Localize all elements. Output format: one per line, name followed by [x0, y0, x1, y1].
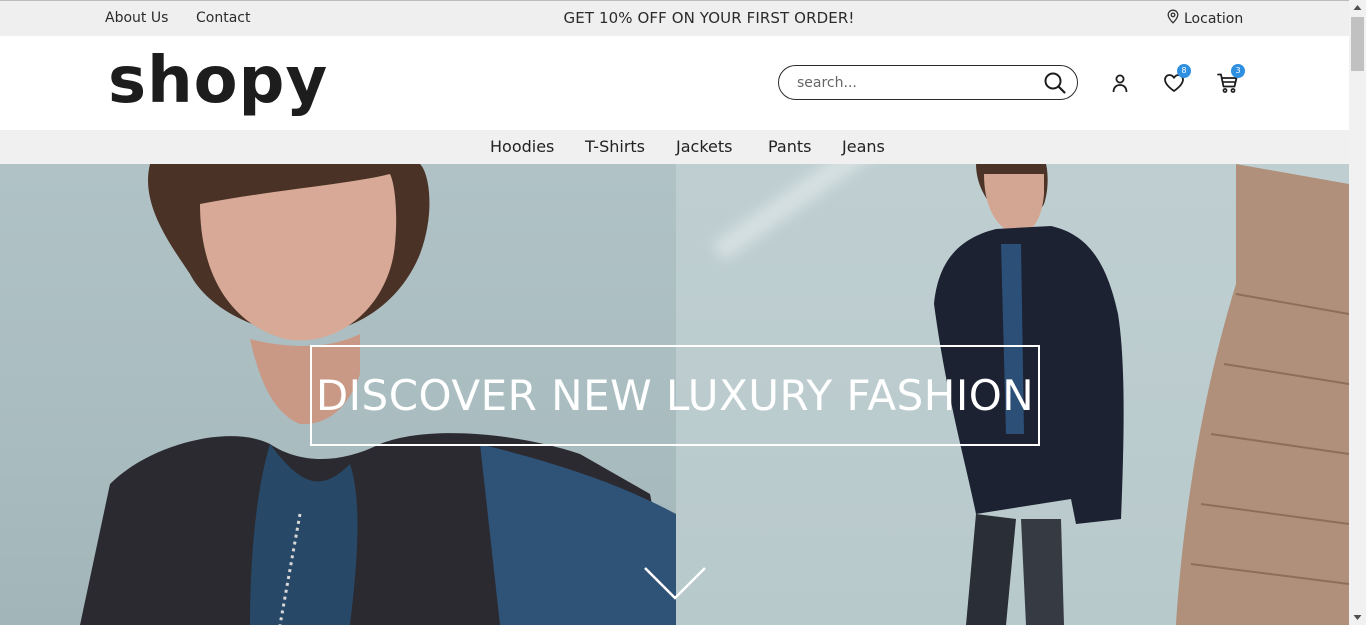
location-link[interactable]: Location	[1166, 9, 1243, 28]
hero-banner: DISCOVER NEW LUXURY FASHION	[0, 164, 1349, 625]
category-jackets[interactable]: Jackets	[676, 137, 732, 156]
scrollbar-thumb[interactable]	[1351, 17, 1364, 71]
promo-banner: GET 10% OFF ON YOUR FIRST ORDER!	[563, 9, 855, 27]
search-bar	[778, 65, 1078, 100]
wishlist-count-badge: 8	[1177, 64, 1191, 78]
main-header: shopy 8	[0, 36, 1349, 130]
hero-title-frame: DISCOVER NEW LUXURY FASHION	[310, 345, 1040, 446]
cart-icon	[1216, 73, 1240, 99]
user-icon[interactable]	[1108, 71, 1132, 95]
wishlist-button[interactable]: 8	[1162, 64, 1191, 95]
category-t-shirts[interactable]: T-Shirts	[585, 137, 645, 156]
cart-button[interactable]: 3	[1216, 64, 1245, 95]
page: About Us Contact GET 10% OFF ON YOUR FIR…	[0, 0, 1349, 625]
location-pin-icon	[1166, 9, 1180, 28]
hero-title: DISCOVER NEW LUXURY FASHION	[315, 371, 1035, 420]
location-label: Location	[1184, 10, 1244, 27]
category-jeans[interactable]: Jeans	[842, 137, 885, 156]
search-input[interactable]	[797, 73, 1027, 93]
page-scrollbar[interactable]	[1349, 0, 1366, 625]
chevron-down-icon[interactable]	[643, 564, 707, 600]
heart-icon	[1162, 74, 1186, 99]
scroll-up-arrow-icon[interactable]	[1349, 0, 1366, 17]
scroll-down-arrow-icon[interactable]	[1349, 608, 1366, 625]
top-bar: About Us Contact GET 10% OFF ON YOUR FIR…	[0, 1, 1349, 36]
site-logo[interactable]: shopy	[108, 42, 328, 120]
cart-count-badge: 3	[1231, 64, 1245, 78]
search-icon[interactable]	[1043, 71, 1067, 95]
category-hoodies[interactable]: Hoodies	[490, 137, 554, 156]
category-nav: Hoodies T-Shirts Jackets Pants Jeans	[0, 130, 1349, 164]
category-pants[interactable]: Pants	[768, 137, 811, 156]
